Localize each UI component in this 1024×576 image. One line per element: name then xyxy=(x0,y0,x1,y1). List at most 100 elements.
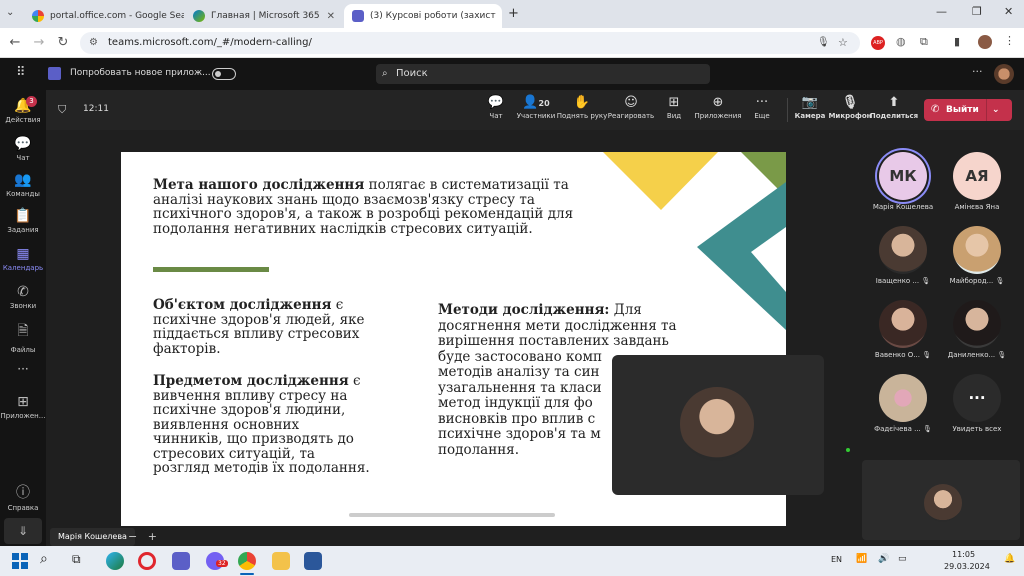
rail-label: Справка xyxy=(7,504,39,512)
globe-icon[interactable]: ◍ xyxy=(896,35,906,48)
tab-search-icon[interactable]: ⌄ xyxy=(6,7,14,18)
zoom-controls: − + xyxy=(128,528,168,546)
rail-item-chat[interactable]: 💬 Чат xyxy=(0,136,46,162)
rail-item-files[interactable]: 🗎 Файлы xyxy=(0,320,46,354)
profile-avatar[interactable] xyxy=(978,35,992,49)
search-icon[interactable]: ⌕ xyxy=(40,551,48,567)
rail-item-apps[interactable]: ⊞ Приложен... xyxy=(0,394,46,420)
shield-icon[interactable]: ⛉ xyxy=(58,103,66,117)
leave-button[interactable]: ✆ Выйти ⌄ xyxy=(924,99,1012,121)
avatar xyxy=(879,226,927,274)
participant-tile[interactable]: Даниленко... 🎙 xyxy=(940,300,1014,359)
task-view-icon[interactable]: ⧉ xyxy=(72,552,81,567)
speaker-icon[interactable]: 🔊 xyxy=(878,554,889,564)
subject-paragraph: Предметом дослідження є вивчення впливу … xyxy=(153,374,370,476)
minimize-icon[interactable]: — xyxy=(936,5,947,18)
zoom-out-icon[interactable]: − xyxy=(128,530,137,543)
tab-microsoft365[interactable]: Главная | Microsoft 365 ✕ xyxy=(185,4,343,28)
participant-tile[interactable]: МК Марія Кошелева xyxy=(866,152,940,211)
see-all-label: Увидеть всех xyxy=(952,425,1002,433)
bell-icon: 🔔 xyxy=(14,98,32,114)
participant-tile[interactable]: Фадєічева ... 🎙 xyxy=(866,374,940,433)
rail-item-help[interactable]: ⓘ Справка xyxy=(0,482,46,512)
object-line: факторів. xyxy=(153,340,221,357)
rail-label: Команды xyxy=(6,190,40,198)
opera-icon[interactable] xyxy=(138,552,156,570)
participant-tile[interactable]: АЯ Амінєва Яна xyxy=(940,152,1014,211)
more-options-icon[interactable]: ··· xyxy=(972,65,983,78)
avatar xyxy=(879,374,927,422)
try-new-teams-label: Попробовать новое прилож... xyxy=(70,68,211,78)
extensions-icon[interactable]: ⧉ xyxy=(920,35,928,49)
presenter-video-tile[interactable] xyxy=(612,355,824,495)
notifications-icon[interactable]: 🔔 xyxy=(1004,554,1015,564)
rail-item-activity[interactable]: 🔔 3 Действия xyxy=(0,96,46,124)
windows-start-icon[interactable] xyxy=(12,553,28,569)
app-launcher-icon[interactable]: ⠿ xyxy=(16,65,26,80)
download-icon[interactable]: ⇓ xyxy=(4,518,42,544)
user-avatar[interactable] xyxy=(994,64,1014,84)
adblock-icon[interactable]: ABP xyxy=(871,36,885,50)
search-placeholder: Поиск xyxy=(396,68,428,79)
presenter-name-label: Марія Кошелева xyxy=(50,528,135,546)
clock-date[interactable]: 29.03.2024 xyxy=(944,562,990,571)
forward-icon[interactable]: → xyxy=(30,34,48,52)
self-view-tile[interactable] xyxy=(862,460,1020,540)
wifi-icon[interactable]: 📶 xyxy=(856,554,867,564)
tab-google[interactable]: portal.office.com - Google Sear ✕ xyxy=(24,4,184,28)
participant-name: Амінєва Яна xyxy=(954,203,1000,211)
sidebar-icon[interactable]: ▮ xyxy=(954,35,960,48)
microsoft365-icon xyxy=(193,10,205,22)
mic-icon[interactable]: 🎙 xyxy=(817,32,830,54)
self-avatar xyxy=(924,484,962,522)
search-input[interactable]: ⌕ Поиск xyxy=(376,64,710,84)
new-teams-toggle[interactable] xyxy=(212,68,236,80)
chat-icon: 💬 xyxy=(14,136,32,152)
subject-line: розгляд методів їх подолання. xyxy=(153,460,370,476)
avatar xyxy=(953,300,1001,348)
raise-hand-button[interactable]: ✋ Поднять руку xyxy=(554,95,610,120)
phone-hangup-icon: ✆ xyxy=(931,104,940,115)
goal-paragraph: Мета нашого дослідження полягає в систем… xyxy=(153,178,573,236)
rail-item-assignments[interactable]: 📋 Задания xyxy=(0,208,46,234)
chrome-icon[interactable] xyxy=(238,552,256,570)
meeting-stage: Мета нашого дослідження полягає в систем… xyxy=(46,130,858,546)
chevron-down-icon[interactable]: ⌄ xyxy=(992,99,1000,121)
participant-tile[interactable]: Вавенко О... 🎙 xyxy=(866,300,940,359)
battery-icon[interactable]: ▭ xyxy=(898,554,907,564)
rail-item-calls[interactable]: ✆ Звонки xyxy=(0,284,46,310)
file-explorer-icon[interactable] xyxy=(272,552,290,570)
tab-label: Главная | Microsoft 365 xyxy=(211,11,320,21)
participant-tile[interactable]: Іващенко ... 🎙 xyxy=(866,226,940,285)
share-button[interactable]: ⬆ Поделиться xyxy=(866,95,922,120)
rail-label: Календарь xyxy=(2,264,44,272)
participant-count: 20 xyxy=(538,99,550,108)
rail-more-icon[interactable]: ··· xyxy=(0,362,46,376)
rail-label: Файлы xyxy=(10,346,36,354)
close-icon[interactable]: ✕ xyxy=(327,11,335,22)
url-input[interactable]: ⚙ teams.microsoft.com/_#/modern-calling/… xyxy=(80,32,860,54)
viber-icon[interactable]: 32 xyxy=(206,552,228,570)
bookmark-star-icon[interactable]: ☆ xyxy=(838,32,848,54)
maximize-icon[interactable]: ❐ xyxy=(972,5,982,18)
zoom-in-icon[interactable]: + xyxy=(148,530,157,543)
browser-menu-icon[interactable]: ⋮ xyxy=(1004,34,1015,47)
language-indicator[interactable]: EN xyxy=(831,555,842,564)
more-icon: ··· xyxy=(953,374,1001,422)
rail-item-teams[interactable]: 👥 Команды xyxy=(0,172,46,198)
rail-item-calendar[interactable]: ▦ Календарь xyxy=(0,246,46,272)
see-all-button[interactable]: ··· Увидеть всех xyxy=(940,374,1014,433)
clock-time[interactable]: 11:05 xyxy=(952,550,975,559)
new-tab-icon[interactable]: + xyxy=(508,6,519,21)
slide-scrollbar[interactable] xyxy=(349,513,555,517)
participant-tile[interactable]: Майбород... 🎙 xyxy=(940,226,1014,285)
close-window-icon[interactable]: ✕ xyxy=(1004,5,1013,18)
avatar xyxy=(953,226,1001,274)
site-info-icon[interactable]: ⚙ xyxy=(89,32,98,54)
reload-icon[interactable]: ↻ xyxy=(54,34,72,52)
edge-icon[interactable] xyxy=(106,552,124,570)
back-icon[interactable]: ← xyxy=(6,34,24,52)
tab-teams[interactable]: (3) Курсові роботи (захист ◉ ✕ xyxy=(344,4,502,28)
word-icon[interactable] xyxy=(304,552,322,570)
teams-taskbar-icon[interactable] xyxy=(172,552,190,570)
